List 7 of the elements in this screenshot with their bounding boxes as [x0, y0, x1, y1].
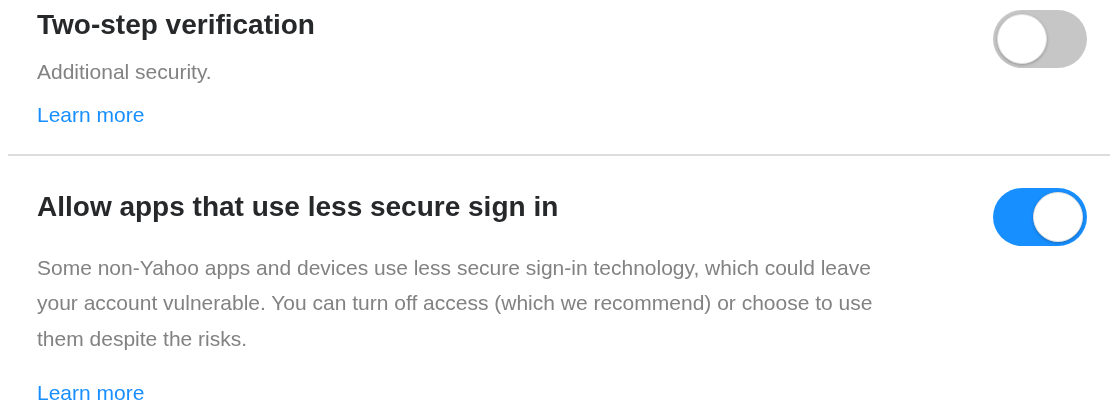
setting-description: Some non-Yahoo apps and devices use less secure sign-in technology, which could leave your account vulnerable. You can turn off access (which we recommend) or choose to use them despite the risks.	[37, 254, 874, 352]
setting-title: Allow apps that use less secure sign in	[37, 189, 559, 224]
toggle-switch[interactable]	[993, 187, 1087, 246]
learn-more-link[interactable]: Learn more	[37, 99, 145, 130]
setting-description: Additional security.	[37, 59, 213, 85]
setting-title: Two-step verification	[37, 8, 315, 42]
learn-more-link[interactable]: Learn more	[37, 378, 145, 408]
